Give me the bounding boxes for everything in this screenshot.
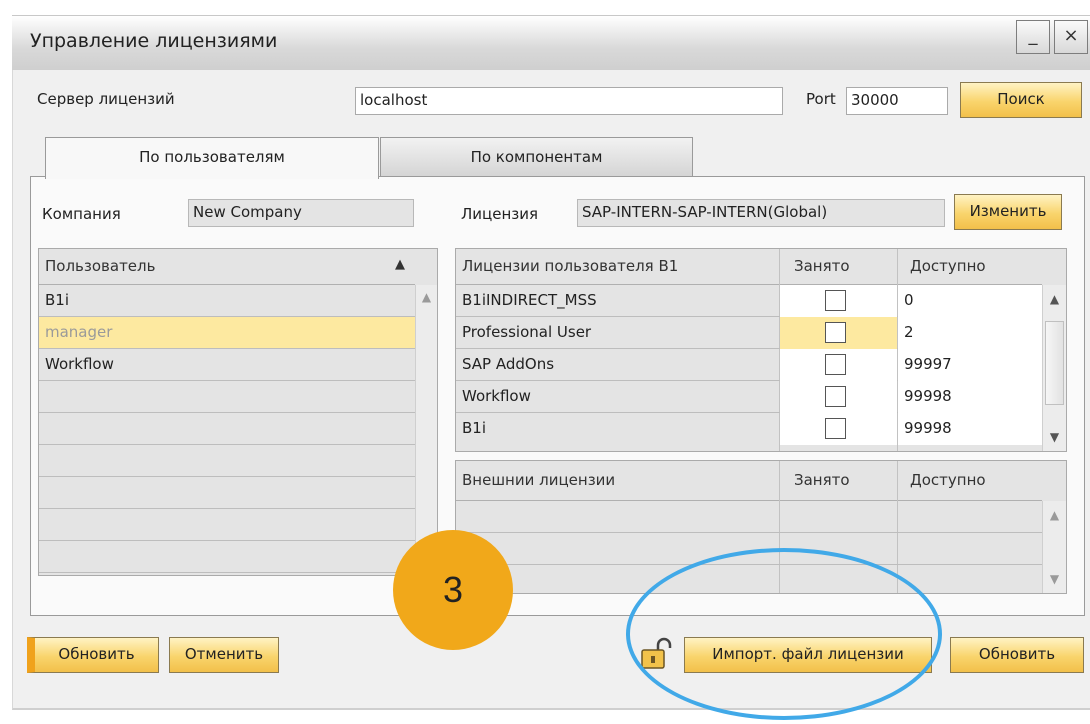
available-value: 99998	[898, 413, 1044, 445]
occupied-column-header[interactable]: Занято	[788, 249, 856, 285]
external-occupied-column-header[interactable]: Занято	[788, 461, 856, 501]
occupied-cell	[780, 317, 897, 349]
table-row[interactable]: Workflow 99998	[456, 381, 1044, 413]
license-label: Лицензия	[461, 205, 539, 223]
tab-by-components[interactable]: По компонентам	[380, 137, 693, 177]
company-field: New Company	[188, 199, 414, 227]
update-right-button[interactable]: Обновить	[950, 637, 1084, 673]
table-row[interactable]: Professional User 2	[456, 317, 1044, 349]
available-value: 99997	[898, 349, 1044, 381]
table-row-selected[interactable]: manager	[39, 317, 415, 349]
scroll-up-icon[interactable]: ▲	[416, 287, 437, 307]
table-row-empty[interactable]	[39, 509, 415, 541]
available-value: 99998	[898, 381, 1044, 413]
table-row-empty[interactable]	[39, 413, 415, 445]
license-name: B1i	[462, 419, 487, 437]
license-name: Workflow	[462, 387, 531, 405]
license-server-input[interactable]: localhost	[355, 87, 783, 115]
port-label: Port	[806, 90, 836, 108]
external-licenses-column-header[interactable]: Внешнии лицензии	[456, 461, 621, 501]
available-value: 0	[898, 285, 1044, 317]
table-row[interactable]: B1iINDIRECT_MSS 0	[456, 285, 1044, 317]
occupied-checkbox[interactable]	[825, 386, 846, 407]
user-name: B1i	[45, 291, 70, 309]
scroll-up-icon[interactable]: ▲	[1043, 289, 1066, 309]
users-grid-header[interactable]: Пользователь ▲	[39, 249, 415, 285]
table-row[interactable]: B1i 99998	[456, 413, 1044, 445]
scroll-up-icon[interactable]: ▲	[1043, 505, 1066, 525]
occupied-cell	[780, 349, 897, 381]
company-label: Компания	[42, 205, 121, 223]
table-row-empty[interactable]	[456, 533, 1042, 565]
available-column-header[interactable]: Доступно	[904, 249, 992, 285]
scroll-down-icon[interactable]: ▼	[1043, 569, 1066, 589]
occupied-cell	[780, 285, 897, 317]
occupied-checkbox[interactable]	[825, 290, 846, 311]
table-row-empty[interactable]	[456, 565, 1042, 597]
license-field: SAP-INTERN-SAP-INTERN(Global)	[577, 199, 945, 227]
sort-ascending-icon[interactable]: ▲	[389, 249, 411, 285]
occupied-checkbox[interactable]	[825, 322, 846, 343]
external-licenses-scrollbar[interactable]: ▲ ▼	[1042, 501, 1066, 593]
external-licenses-grid: Внешнии лицензии Занято Доступно ▲ ▼	[455, 460, 1067, 594]
user-licenses-scrollbar[interactable]: ▲ ▼	[1042, 285, 1066, 451]
cancel-button[interactable]: Отменить	[169, 637, 279, 673]
table-row[interactable]: Workflow	[39, 349, 415, 381]
table-row-empty[interactable]	[39, 477, 415, 509]
license-server-label: Сервер лицензий	[37, 90, 175, 108]
users-grid: Пользователь ▲ B1i manager Workflow ▲	[38, 248, 438, 576]
external-available-column-header[interactable]: Доступно	[904, 461, 992, 501]
table-row[interactable]: B1i	[39, 285, 415, 317]
available-value: 2	[898, 317, 1044, 349]
table-row-empty[interactable]	[39, 445, 415, 477]
license-name: B1iINDIRECT_MSS	[462, 291, 597, 309]
change-license-button[interactable]: Изменить	[954, 194, 1062, 230]
table-row-empty[interactable]	[456, 501, 1042, 533]
unlock-icon[interactable]	[638, 636, 674, 672]
license-name: Professional User	[462, 323, 592, 341]
update-left-button[interactable]: Обновить	[27, 637, 159, 673]
table-row-empty[interactable]	[39, 541, 415, 573]
step-number-badge: 3	[393, 530, 513, 650]
user-name: Workflow	[45, 355, 114, 373]
table-row[interactable]: SAP AddOns 99997	[456, 349, 1044, 381]
user-licenses-header: Лицензии пользователя B1 Занято Доступно	[456, 249, 1042, 285]
scroll-down-icon[interactable]: ▼	[1043, 427, 1066, 447]
user-column-header: Пользователь	[45, 257, 156, 275]
user-name: manager	[45, 323, 113, 341]
license-name: SAP AddOns	[462, 355, 555, 373]
table-row-empty[interactable]	[39, 381, 415, 413]
scrollbar-thumb[interactable]	[1045, 321, 1064, 405]
tab-by-users[interactable]: По пользователям	[45, 137, 379, 179]
import-license-file-button[interactable]: Импорт. файл лицензии	[684, 637, 932, 673]
close-button[interactable]: ×	[1054, 20, 1088, 54]
search-button[interactable]: Поиск	[960, 82, 1082, 118]
port-input[interactable]: 30000	[846, 87, 948, 115]
user-licenses-grid: Лицензии пользователя B1 Занято Доступно…	[455, 248, 1067, 452]
occupied-cell	[780, 413, 897, 445]
occupied-checkbox[interactable]	[825, 354, 846, 375]
occupied-checkbox[interactable]	[825, 418, 846, 439]
window-title: Управление лицензиями	[30, 30, 278, 52]
occupied-cell	[780, 381, 897, 413]
users-scrollbar[interactable]: ▲	[415, 285, 437, 575]
b1-licenses-column-header[interactable]: Лицензии пользователя B1	[456, 249, 684, 285]
minimize-button[interactable]: _	[1016, 20, 1050, 54]
external-licenses-header: Внешнии лицензии Занято Доступно	[456, 461, 1042, 501]
